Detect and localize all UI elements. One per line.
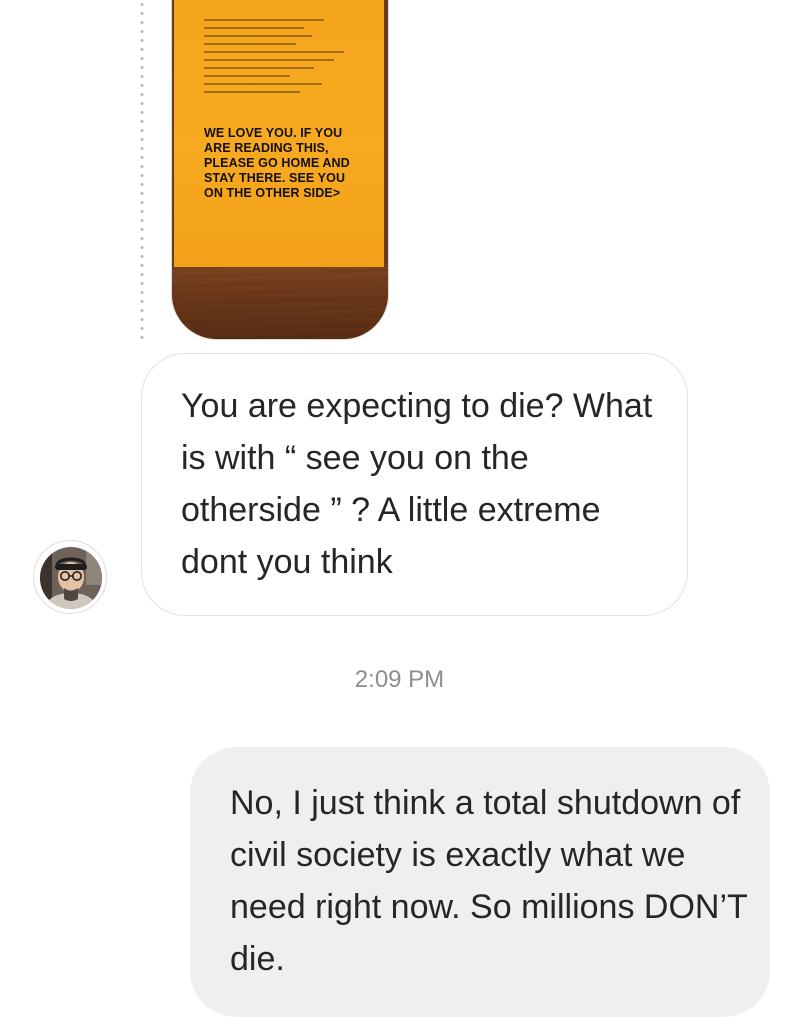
reply-thread-line <box>140 0 144 340</box>
sender-avatar[interactable] <box>33 540 107 614</box>
sign-paper: WE LOVE YOU. IF YOU ARE READING THIS, PL… <box>174 0 384 268</box>
outgoing-message-bubble[interactable]: No, I just think a total shutdown of civ… <box>190 747 770 1017</box>
outgoing-message-text: No, I just think a total shutdown of civ… <box>230 784 748 978</box>
sign-fine-print <box>204 19 354 99</box>
message-timestamp: 2:09 PM <box>354 666 445 693</box>
user-avatar-icon <box>40 547 102 609</box>
incoming-message-bubble[interactable]: You are expecting to die? What is with “… <box>141 353 688 616</box>
incoming-message-text: You are expecting to die? What is with “… <box>181 387 653 581</box>
wood-grain <box>172 267 388 339</box>
shared-photo-message[interactable]: WE LOVE YOU. IF YOU ARE READING THIS, PL… <box>171 0 389 340</box>
sign-text: WE LOVE YOU. IF YOU ARE READING THIS, PL… <box>204 126 350 200</box>
